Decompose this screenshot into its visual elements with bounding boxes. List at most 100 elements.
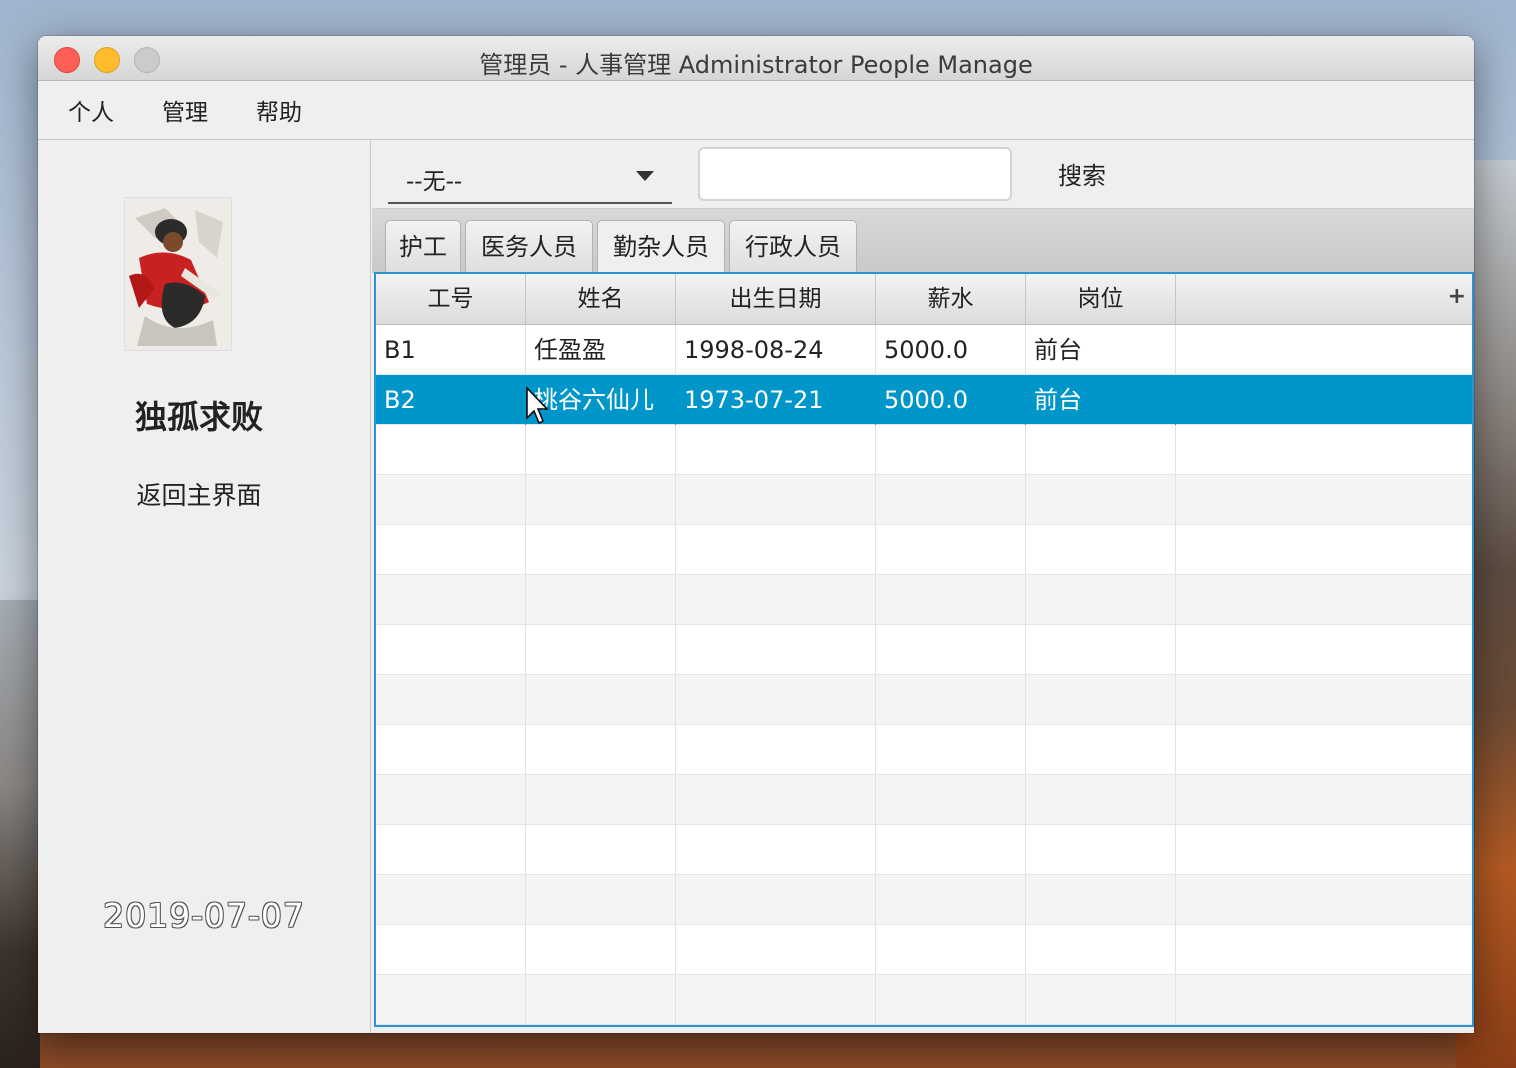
empty-cell — [676, 875, 876, 925]
search-toolbar: --无-- 搜索 — [372, 140, 1474, 208]
cell-id: B1 — [376, 325, 526, 375]
chevron-down-icon — [636, 171, 654, 181]
empty-cell — [876, 425, 1026, 475]
empty-cell — [526, 975, 676, 1025]
current-date: 2019-07-07 — [103, 896, 305, 935]
avatar — [124, 197, 232, 351]
avatar-illustration-icon — [125, 198, 231, 350]
cell-filler — [1176, 325, 1472, 375]
empty-cell — [1026, 625, 1176, 675]
empty-cell — [676, 775, 876, 825]
empty-cell — [526, 425, 676, 475]
empty-cell — [1176, 975, 1472, 1025]
empty-table-row — [376, 575, 1472, 625]
column-header-salary[interactable]: 薪水 — [876, 274, 1026, 324]
empty-cell — [676, 675, 876, 725]
empty-cell — [876, 675, 1026, 725]
search-input[interactable] — [698, 147, 1012, 201]
empty-cell — [676, 625, 876, 675]
empty-cell — [676, 425, 876, 475]
column-header-birth-date[interactable]: 出生日期 — [676, 274, 876, 324]
cell-name: 任盈盈 — [526, 325, 676, 375]
cell-salary: 5000.0 — [876, 375, 1026, 425]
table-row[interactable]: B1 任盈盈 1998-08-24 5000.0 前台 — [376, 325, 1472, 375]
empty-table-row — [376, 975, 1472, 1025]
menu-manage[interactable]: 管理 — [158, 87, 212, 133]
empty-cell — [676, 725, 876, 775]
empty-table-row — [376, 475, 1472, 525]
tab-admin-staff[interactable]: 行政人员 — [729, 220, 857, 273]
empty-cell — [676, 525, 876, 575]
tab-service-staff[interactable]: 勤杂人员 — [597, 220, 725, 273]
empty-cell — [1176, 525, 1472, 575]
mouse-pointer-icon — [526, 386, 549, 425]
cell-position: 前台 — [1026, 375, 1176, 425]
empty-cell — [676, 975, 876, 1025]
empty-cell — [526, 575, 676, 625]
empty-cell — [376, 925, 526, 975]
empty-cell — [526, 525, 676, 575]
column-header-filler — [1176, 274, 1472, 324]
empty-cell — [876, 975, 1026, 1025]
empty-cell — [1026, 425, 1176, 475]
empty-cell — [1026, 775, 1176, 825]
empty-cell — [376, 425, 526, 475]
empty-cell — [876, 625, 1026, 675]
empty-cell — [1176, 875, 1472, 925]
column-header-position[interactable]: 岗位 — [1026, 274, 1176, 324]
sidebar: 独孤求败 返回主界面 2019-07-07 — [38, 140, 371, 1033]
empty-cell — [376, 525, 526, 575]
title-bar[interactable]: 管理员 - 人事管理 Administrator People Manage — [38, 36, 1474, 81]
empty-cell — [526, 1025, 676, 1027]
back-to-main-link[interactable]: 返回主界面 — [38, 476, 360, 512]
app-window: 管理员 - 人事管理 Administrator People Manage 个… — [38, 36, 1474, 1033]
empty-table-row — [376, 425, 1472, 475]
empty-cell — [376, 625, 526, 675]
table-header: 工号 姓名 出生日期 薪水 岗位 + — [376, 274, 1472, 325]
menu-bar: 个人 管理 帮助 — [38, 81, 1474, 140]
empty-cell — [876, 875, 1026, 925]
empty-table-row — [376, 525, 1472, 575]
empty-table-row — [376, 825, 1472, 875]
empty-cell — [1176, 725, 1472, 775]
empty-cell — [526, 825, 676, 875]
empty-cell — [1176, 425, 1472, 475]
empty-cell — [1176, 925, 1472, 975]
empty-table-row — [376, 725, 1472, 775]
empty-cell — [876, 575, 1026, 625]
empty-cell — [1026, 725, 1176, 775]
empty-cell — [1176, 575, 1472, 625]
empty-cell — [676, 1025, 876, 1027]
menu-personal[interactable]: 个人 — [64, 87, 118, 133]
window-title: 管理员 - 人事管理 Administrator People Manage — [479, 51, 1033, 79]
empty-cell — [1026, 825, 1176, 875]
cell-position: 前台 — [1026, 325, 1176, 375]
cell-filler — [1176, 375, 1472, 425]
empty-cell — [676, 475, 876, 525]
empty-cell — [1026, 875, 1176, 925]
empty-cell — [876, 925, 1026, 975]
empty-table-row — [376, 775, 1472, 825]
filter-select[interactable]: --无-- — [388, 150, 672, 204]
cell-salary: 5000.0 — [876, 325, 1026, 375]
menu-help[interactable]: 帮助 — [252, 87, 306, 133]
search-button[interactable]: 搜索 — [1058, 156, 1106, 191]
empty-table-row — [376, 875, 1472, 925]
column-header-id[interactable]: 工号 — [376, 274, 526, 324]
empty-cell — [376, 875, 526, 925]
tab-nurse[interactable]: 护工 — [385, 220, 461, 273]
empty-cell — [526, 475, 676, 525]
plus-icon[interactable]: + — [1448, 284, 1466, 309]
column-header-name[interactable]: 姓名 — [526, 274, 676, 324]
empty-cell — [876, 475, 1026, 525]
empty-cell — [1026, 1025, 1176, 1027]
empty-cell — [876, 1025, 1026, 1027]
main-panel: --无-- 搜索 护工 医务人员 勤杂人员 行政人员 工号 姓名 出生日期 薪水… — [372, 140, 1474, 1033]
empty-cell — [526, 725, 676, 775]
tab-medical-staff[interactable]: 医务人员 — [465, 220, 593, 273]
cell-id: B2 — [376, 375, 526, 425]
empty-cell — [1026, 925, 1176, 975]
empty-cell — [1176, 475, 1472, 525]
empty-cell — [526, 625, 676, 675]
empty-cell — [376, 1025, 526, 1027]
